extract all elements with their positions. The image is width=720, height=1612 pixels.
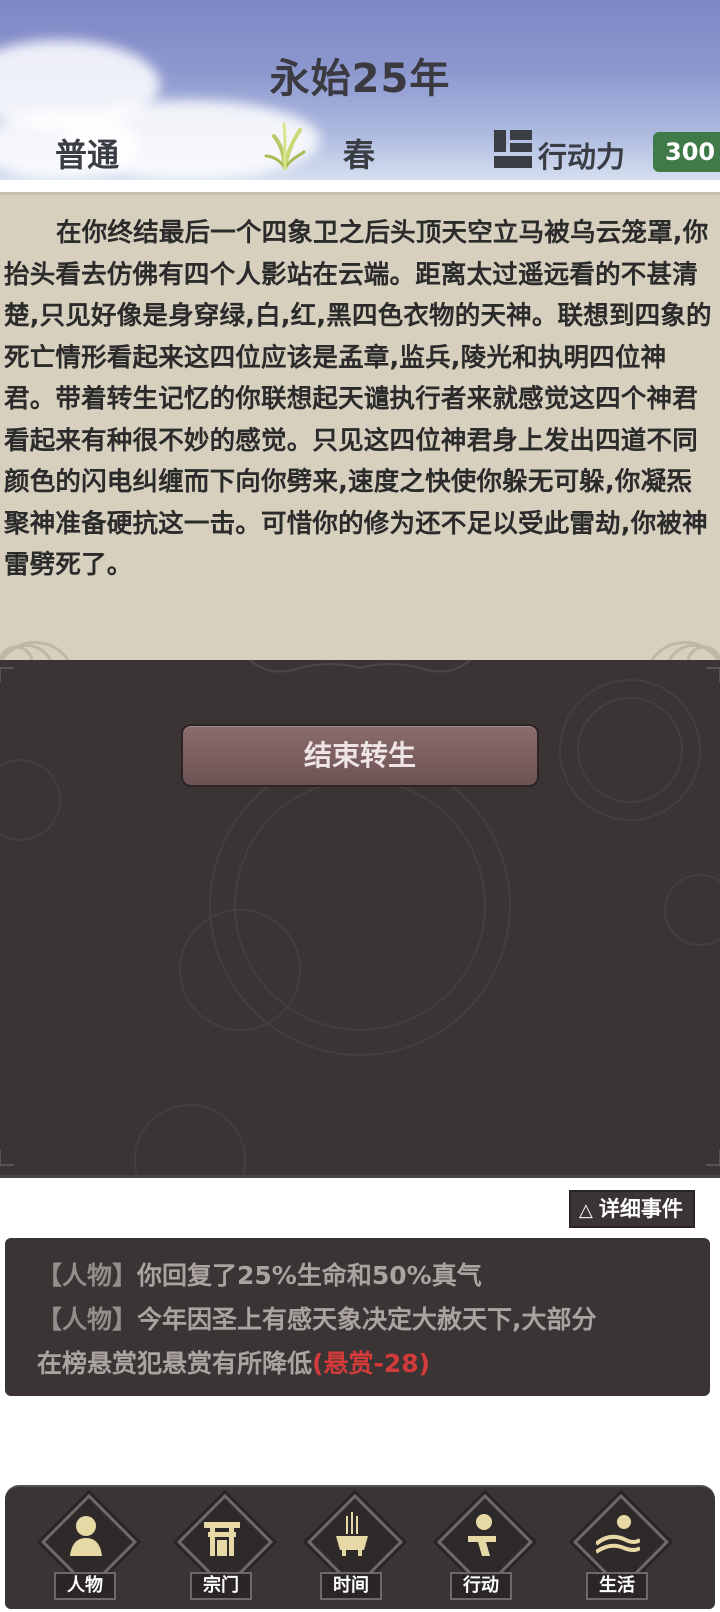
detail-events-button[interactable]: △ 详细事件: [569, 1190, 695, 1228]
end-rebirth-button[interactable]: 结束转生: [181, 724, 539, 787]
difficulty-label: 普通: [55, 136, 120, 174]
log-entry: 在榜悬赏犯悬赏有所降低(悬赏-28): [37, 1344, 430, 1380]
season-label: 春: [343, 136, 376, 174]
action-points-label: 行动力: [538, 140, 626, 174]
action-icon: [468, 1514, 496, 1556]
action-points-icon: [494, 130, 532, 168]
cloud-pattern-icon: [648, 640, 720, 663]
nav-label: 行动: [450, 1572, 512, 1600]
incense-icon: [336, 1512, 368, 1556]
gate-icon: [204, 1522, 240, 1556]
nav-label: 人物: [54, 1572, 116, 1600]
log-tag: 【人物】: [37, 1305, 138, 1334]
nav-label: 生活: [586, 1572, 648, 1600]
log-entry: 【人物】你回复了25%生命和50%真气: [37, 1256, 482, 1292]
triangle-up-icon: △: [579, 1200, 593, 1221]
story-text: 在你终结最后一个四象卫之后头顶天空立马被乌云笼罩,你抬头看去仿佛有四个人影站在云…: [4, 218, 712, 580]
log-text: 今年因圣上有感天象决定大赦天下,大部分: [137, 1305, 597, 1334]
log-tag: 【人物】: [37, 1261, 138, 1290]
log-entry: 【人物】今年因圣上有感天象决定大赦天下,大部分: [37, 1300, 597, 1336]
header-bar: 永始25年 普通 春 行动力 300: [0, 0, 720, 180]
nav-label: 宗门: [190, 1572, 252, 1600]
story-panel: 在你终结最后一个四象卫之后头顶天空立马被乌云笼罩,你抬头看去仿佛有四个人影站在云…: [0, 192, 720, 663]
nav-item-time[interactable]: 时间: [300, 1493, 404, 1604]
detail-events-label: 详细事件: [598, 1197, 683, 1221]
landscape-icon: [596, 1515, 640, 1554]
cloud-pattern-icon: [0, 640, 72, 663]
log-text: 你回复了25%生命和50%真气: [137, 1261, 482, 1290]
nav-item-sect[interactable]: 宗门: [170, 1493, 274, 1604]
year-title: 永始25年: [269, 56, 451, 102]
nav-item-action[interactable]: 行动: [430, 1493, 534, 1604]
bounty-change: (悬赏-28): [312, 1349, 431, 1378]
nav-item-life[interactable]: 生活: [566, 1493, 670, 1604]
person-icon: [70, 1516, 102, 1556]
action-points-value: 300: [653, 132, 720, 172]
nav-item-person[interactable]: 人物: [34, 1493, 138, 1604]
spring-sprout-icon: [264, 122, 306, 170]
nav-label: 时间: [320, 1572, 382, 1600]
event-log: 【人物】你回复了25%生命和50%真气 【人物】今年因圣上有感天象决定大赦天下,…: [5, 1238, 710, 1396]
log-text: 在榜悬赏犯悬赏有所降低: [37, 1349, 313, 1378]
